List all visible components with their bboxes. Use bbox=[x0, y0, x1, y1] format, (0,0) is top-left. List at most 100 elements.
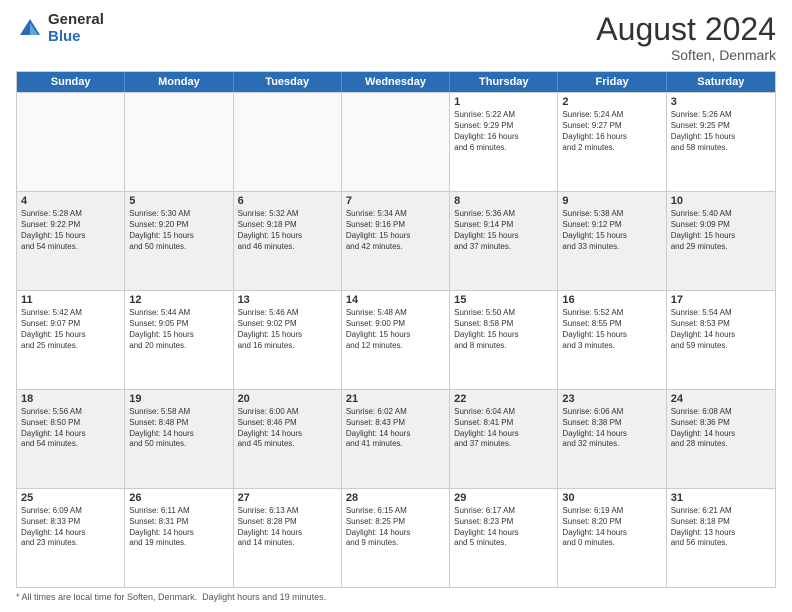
day-number: 24 bbox=[671, 393, 771, 405]
cell-content: Sunrise: 6:21 AM Sunset: 8:18 PM Dayligh… bbox=[671, 506, 771, 549]
calendar-header-cell: Monday bbox=[125, 72, 233, 92]
calendar-cell: 18Sunrise: 5:56 AM Sunset: 8:50 PM Dayli… bbox=[17, 390, 125, 488]
calendar-cell: 9Sunrise: 5:38 AM Sunset: 9:12 PM Daylig… bbox=[558, 192, 666, 290]
calendar-cell: 27Sunrise: 6:13 AM Sunset: 8:28 PM Dayli… bbox=[234, 489, 342, 587]
cell-content: Sunrise: 5:38 AM Sunset: 9:12 PM Dayligh… bbox=[562, 209, 661, 252]
cell-content: Sunrise: 5:54 AM Sunset: 8:53 PM Dayligh… bbox=[671, 308, 771, 351]
day-number: 25 bbox=[21, 492, 120, 504]
day-number: 21 bbox=[346, 393, 445, 405]
cell-content: Sunrise: 5:32 AM Sunset: 9:18 PM Dayligh… bbox=[238, 209, 337, 252]
calendar-cell: 28 Sunrise: 6:15 AM Sunset: 8:25 PM Dayli… bbox=[342, 489, 450, 587]
cell-content: Sunrise: 5:34 AM Sunset: 9:16 PM Dayligh… bbox=[346, 209, 445, 252]
cell-content: Sunrise: 5:46 AM Sunset: 9:02 PM Dayligh… bbox=[238, 308, 337, 351]
calendar-cell bbox=[234, 93, 342, 191]
cell-content: Sunrise: 5:48 AM Sunset: 9:00 PM Dayligh… bbox=[346, 308, 445, 351]
calendar-cell: 11 Sunrise: 5:42 AM Sunset: 9:07 PM Dayli… bbox=[17, 291, 125, 389]
day-number: 16 bbox=[562, 294, 661, 306]
calendar-cell: 25 Sunrise: 6:09 AM Sunset: 8:33 PM Dayli… bbox=[17, 489, 125, 587]
calendar-cell: 13 Sunrise: 5:46 AM Sunset: 9:02 PM Dayli… bbox=[234, 291, 342, 389]
calendar-header: SundayMondayTuesdayWednesdayThursdayFrid… bbox=[17, 72, 775, 92]
day-number: 28 bbox=[346, 492, 445, 504]
page: General Blue August 2024 Soften, Denmark… bbox=[0, 0, 792, 612]
cell-content: Sunrise: 6:17 AM Sunset: 8:23 PM Dayligh… bbox=[454, 506, 553, 549]
calendar-cell: 1 Sunrise: 5:22 AM Sunset: 9:29 PM Daylig… bbox=[450, 93, 558, 191]
month-year: August 2024 bbox=[596, 12, 776, 47]
calendar-body: 1 Sunrise: 5:22 AM Sunset: 9:29 PM Daylig… bbox=[17, 92, 775, 587]
calendar: SundayMondayTuesdayWednesdayThursdayFrid… bbox=[16, 71, 776, 588]
cell-content: Sunrise: 5:58 AM Sunset: 8:48 PM Dayligh… bbox=[129, 407, 228, 450]
logo-text: General Blue bbox=[48, 12, 104, 45]
calendar-cell: 30 Sunrise: 6:19 AM Sunset: 8:20 PM Dayli… bbox=[558, 489, 666, 587]
calendar-cell: 15Sunrise: 5:50 AM Sunset: 8:58 PM Dayli… bbox=[450, 291, 558, 389]
calendar-cell: 2 Sunrise: 5:24 AM Sunset: 9:27 PM Daylig… bbox=[558, 93, 666, 191]
calendar-header-cell: Saturday bbox=[667, 72, 775, 92]
cell-content: Sunrise: 6:00 AM Sunset: 8:46 PM Dayligh… bbox=[238, 407, 337, 450]
calendar-cell: 12Sunrise: 5:44 AM Sunset: 9:05 PM Dayli… bbox=[125, 291, 233, 389]
day-number: 31 bbox=[671, 492, 771, 504]
logo-blue-text: Blue bbox=[48, 29, 104, 46]
cell-content: Sunrise: 5:52 AM Sunset: 8:55 PM Dayligh… bbox=[562, 308, 661, 351]
calendar-row: 1 Sunrise: 5:22 AM Sunset: 9:29 PM Daylig… bbox=[17, 92, 775, 191]
calendar-cell: 3Sunrise: 5:26 AM Sunset: 9:25 PM Daylig… bbox=[667, 93, 775, 191]
day-number: 8 bbox=[454, 195, 553, 207]
cell-content: Sunrise: 5:44 AM Sunset: 9:05 PM Dayligh… bbox=[129, 308, 228, 351]
calendar-cell: 21 Sunrise: 6:02 AM Sunset: 8:43 PM Dayli… bbox=[342, 390, 450, 488]
day-number: 3 bbox=[671, 96, 771, 108]
day-number: 1 bbox=[454, 96, 553, 108]
calendar-cell: 4Sunrise: 5:28 AM Sunset: 9:22 PM Daylig… bbox=[17, 192, 125, 290]
day-number: 11 bbox=[21, 294, 120, 306]
cell-content: Sunrise: 5:22 AM Sunset: 9:29 PM Dayligh… bbox=[454, 110, 553, 153]
cell-content: Sunrise: 6:19 AM Sunset: 8:20 PM Dayligh… bbox=[562, 506, 661, 549]
calendar-cell bbox=[125, 93, 233, 191]
calendar-cell: 14Sunrise: 5:48 AM Sunset: 9:00 PM Dayli… bbox=[342, 291, 450, 389]
cell-content: Sunrise: 5:56 AM Sunset: 8:50 PM Dayligh… bbox=[21, 407, 120, 450]
calendar-header-cell: Friday bbox=[558, 72, 666, 92]
logo: General Blue bbox=[16, 12, 104, 45]
logo-general-text: General bbox=[48, 12, 104, 29]
location: Soften, Denmark bbox=[596, 47, 776, 63]
cell-content: Sunrise: 6:06 AM Sunset: 8:38 PM Dayligh… bbox=[562, 407, 661, 450]
calendar-cell: 16 Sunrise: 5:52 AM Sunset: 8:55 PM Dayli… bbox=[558, 291, 666, 389]
calendar-cell: 29 Sunrise: 6:17 AM Sunset: 8:23 PM Dayli… bbox=[450, 489, 558, 587]
footer-text: * All times are local time for Soften, D… bbox=[16, 592, 326, 602]
cell-content: Sunrise: 5:42 AM Sunset: 9:07 PM Dayligh… bbox=[21, 308, 120, 351]
cell-content: Sunrise: 6:15 AM Sunset: 8:25 PM Dayligh… bbox=[346, 506, 445, 549]
calendar-cell: 5 Sunrise: 5:30 AM Sunset: 9:20 PM Daylig… bbox=[125, 192, 233, 290]
cell-content: Sunrise: 5:36 AM Sunset: 9:14 PM Dayligh… bbox=[454, 209, 553, 252]
calendar-row: 11 Sunrise: 5:42 AM Sunset: 9:07 PM Dayli… bbox=[17, 290, 775, 389]
cell-content: Sunrise: 5:30 AM Sunset: 9:20 PM Dayligh… bbox=[129, 209, 228, 252]
calendar-cell bbox=[17, 93, 125, 191]
day-number: 2 bbox=[562, 96, 661, 108]
day-number: 5 bbox=[129, 195, 228, 207]
cell-content: Sunrise: 5:24 AM Sunset: 9:27 PM Dayligh… bbox=[562, 110, 661, 153]
cell-content: Sunrise: 6:13 AM Sunset: 8:28 PM Dayligh… bbox=[238, 506, 337, 549]
calendar-cell: 10Sunrise: 5:40 AM Sunset: 9:09 PM Dayli… bbox=[667, 192, 775, 290]
header: General Blue August 2024 Soften, Denmark bbox=[16, 12, 776, 63]
calendar-cell: 6 Sunrise: 5:32 AM Sunset: 9:18 PM Daylig… bbox=[234, 192, 342, 290]
day-number: 30 bbox=[562, 492, 661, 504]
day-number: 26 bbox=[129, 492, 228, 504]
calendar-cell bbox=[342, 93, 450, 191]
calendar-cell: 8 Sunrise: 5:36 AM Sunset: 9:14 PM Daylig… bbox=[450, 192, 558, 290]
day-number: 13 bbox=[238, 294, 337, 306]
calendar-header-cell: Tuesday bbox=[234, 72, 342, 92]
calendar-header-cell: Thursday bbox=[450, 72, 558, 92]
day-number: 15 bbox=[454, 294, 553, 306]
day-number: 20 bbox=[238, 393, 337, 405]
day-number: 4 bbox=[21, 195, 120, 207]
cell-content: Sunrise: 6:09 AM Sunset: 8:33 PM Dayligh… bbox=[21, 506, 120, 549]
calendar-row: 4Sunrise: 5:28 AM Sunset: 9:22 PM Daylig… bbox=[17, 191, 775, 290]
day-number: 17 bbox=[671, 294, 771, 306]
title-block: August 2024 Soften, Denmark bbox=[596, 12, 776, 63]
day-number: 23 bbox=[562, 393, 661, 405]
calendar-cell: 26Sunrise: 6:11 AM Sunset: 8:31 PM Dayli… bbox=[125, 489, 233, 587]
cell-content: Sunrise: 6:04 AM Sunset: 8:41 PM Dayligh… bbox=[454, 407, 553, 450]
cell-content: Sunrise: 6:02 AM Sunset: 8:43 PM Dayligh… bbox=[346, 407, 445, 450]
calendar-cell: 7 Sunrise: 5:34 AM Sunset: 9:16 PM Daylig… bbox=[342, 192, 450, 290]
day-number: 7 bbox=[346, 195, 445, 207]
day-number: 6 bbox=[238, 195, 337, 207]
day-number: 29 bbox=[454, 492, 553, 504]
calendar-row: 25 Sunrise: 6:09 AM Sunset: 8:33 PM Dayli… bbox=[17, 488, 775, 587]
calendar-cell: 20 Sunrise: 6:00 AM Sunset: 8:46 PM Dayli… bbox=[234, 390, 342, 488]
cell-content: Sunrise: 5:40 AM Sunset: 9:09 PM Dayligh… bbox=[671, 209, 771, 252]
